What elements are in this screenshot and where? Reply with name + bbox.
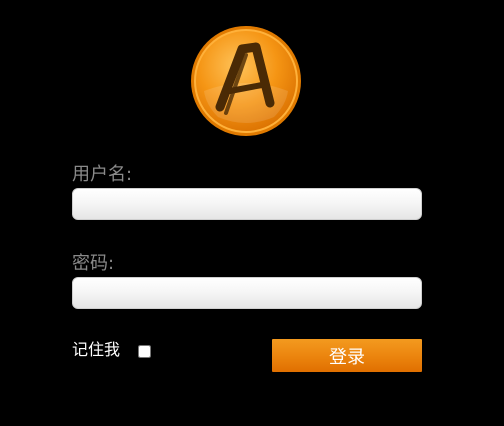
password-label: 密码:	[72, 253, 115, 274]
username-label: 用户名:	[72, 164, 133, 185]
letter-a-logo-icon	[191, 26, 301, 136]
remember-me-checkbox[interactable]	[138, 345, 151, 358]
username-input[interactable]	[72, 188, 422, 220]
login-button[interactable]: 登录	[272, 339, 422, 372]
remember-me-label: 记住我	[72, 340, 121, 359]
password-input[interactable]	[72, 277, 422, 309]
login-page: 用户名: 密码: 记住我 登录	[0, 0, 504, 426]
